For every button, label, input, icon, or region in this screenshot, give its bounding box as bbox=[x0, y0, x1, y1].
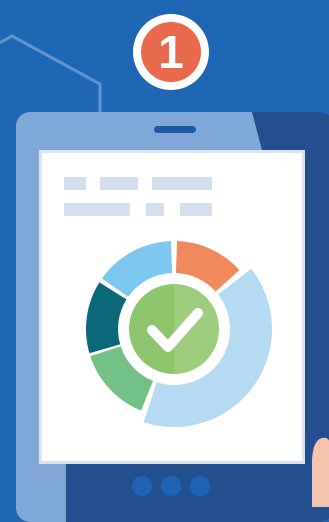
hand-illustration bbox=[312, 437, 329, 507]
